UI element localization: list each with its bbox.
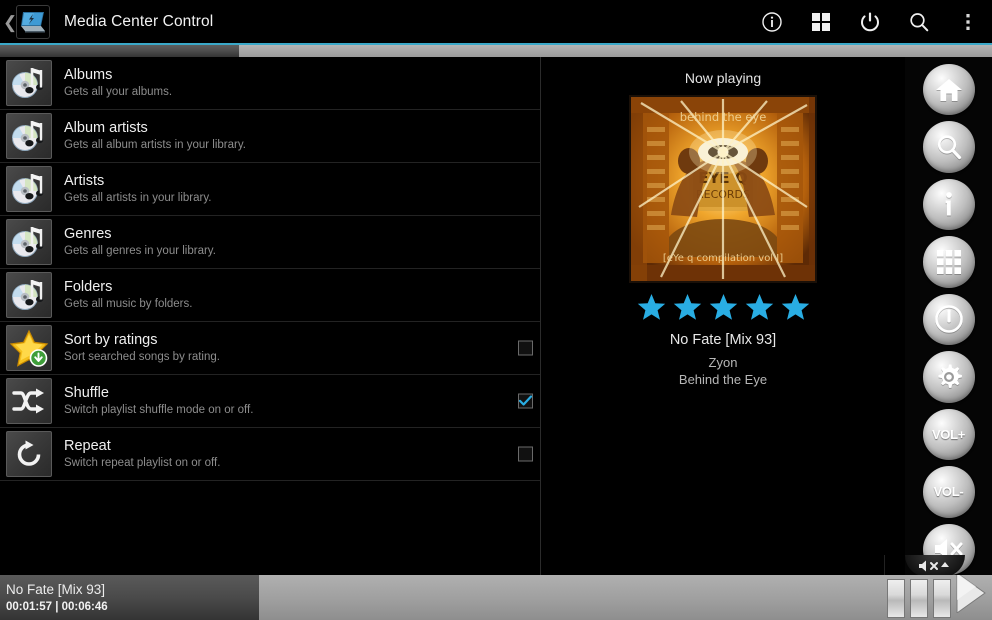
- remote-sidebar: VOL+ VOL-: [905, 57, 992, 575]
- gear-icon: [938, 364, 962, 388]
- list-item[interactable]: Album artists Gets all album artists in …: [0, 110, 540, 163]
- rating-stars[interactable]: [541, 293, 905, 321]
- cd-music-icon: [6, 113, 52, 159]
- playback-time: 00:01:57 | 00:06:46: [6, 601, 108, 613]
- list-item[interactable]: Repeat Switch repeat playlist on or off.: [0, 428, 540, 481]
- now-playing-header: Now playing: [684, 70, 762, 86]
- list-item-text: Genres Gets all genres in your library.: [64, 225, 216, 259]
- list-item[interactable]: Albums Gets all your albums.: [0, 57, 540, 110]
- list-item-title: Folders: [64, 279, 113, 295]
- power-icon: [934, 305, 963, 334]
- playback-info: No Fate [Mix 93] 00:01:57 | 00:06:46: [6, 581, 108, 615]
- overflow-menu-icon[interactable]: [943, 0, 992, 44]
- remote-keypad-button[interactable]: [922, 236, 975, 288]
- rating-star[interactable]: [637, 293, 666, 321]
- list-item-title: Genres: [64, 226, 112, 242]
- remote-volume-up-button[interactable]: VOL+: [922, 408, 975, 461]
- list-item-subtitle: Gets all music by folders.: [64, 298, 193, 310]
- list-item-text: Albums Gets all your albums.: [64, 66, 172, 100]
- now-playing-track: No Fate [Mix 93]: [669, 332, 777, 348]
- list-item-subtitle: Gets all album artists in your library.: [64, 139, 246, 151]
- list-item[interactable]: Folders Gets all music by folders.: [0, 269, 540, 322]
- app-monitor-icon[interactable]: [16, 5, 50, 39]
- search-icon: [937, 135, 961, 160]
- horizontal-scrollbar[interactable]: [0, 45, 992, 57]
- grid-icon[interactable]: [796, 0, 845, 44]
- rating-star[interactable]: [745, 293, 774, 321]
- list-item-text: Artists Gets all artists in your library…: [64, 172, 211, 206]
- remote-power-button[interactable]: [922, 293, 975, 346]
- svg-text:[eYe q compilation vol I]: [eYe q compilation vol I]: [663, 253, 783, 264]
- cd-music-icon: [6, 60, 52, 106]
- list-item[interactable]: Genres Gets all genres in your library.: [0, 216, 540, 269]
- rating-star[interactable]: [673, 293, 702, 321]
- volume-up-label: VOL+: [931, 426, 966, 442]
- options-list: Albums Gets all your albums. Album artis…: [0, 57, 541, 575]
- now-playing-artist: Zyon: [708, 355, 738, 370]
- playback-bar[interactable]: No Fate [Mix 93] 00:01:57 | 00:06:46: [0, 575, 992, 620]
- remote-info-button[interactable]: [922, 178, 975, 231]
- scrollbar-thumb[interactable]: [0, 45, 239, 57]
- transport-controls: [887, 575, 986, 618]
- power-icon[interactable]: [845, 0, 894, 44]
- svg-text:behind the eye: behind the eye: [680, 110, 767, 124]
- list-item[interactable]: Artists Gets all artists in your library…: [0, 163, 540, 216]
- repeat-icon: [6, 431, 52, 477]
- info-icon: [945, 191, 952, 216]
- info-icon[interactable]: [747, 0, 796, 44]
- now-playing-album: Behind the Eye: [678, 372, 768, 387]
- list-item[interactable]: Shuffle Switch playlist shuffle mode on …: [0, 375, 540, 428]
- list-item-title: Album artists: [64, 120, 148, 136]
- remote-home-button[interactable]: [922, 64, 975, 116]
- list-item-subtitle: Gets all genres in your library.: [64, 245, 216, 257]
- list-item-subtitle: Switch repeat playlist on or off.: [64, 457, 221, 469]
- search-icon[interactable]: [894, 0, 943, 44]
- list-item-title: Artists: [64, 173, 105, 189]
- app-window: ❮ Media Center Control Albums Gets all y…: [0, 0, 992, 620]
- cd-music-icon: [6, 166, 52, 212]
- home-icon: [935, 78, 962, 101]
- list-item-text: Shuffle Switch playlist shuffle mode on …: [64, 384, 253, 418]
- sort-by-ratings-checkbox[interactable]: [518, 340, 533, 356]
- rating-star[interactable]: [781, 293, 810, 321]
- now-playing-panel: Now playing EYE Q behind the eye [eYe q …: [541, 57, 905, 575]
- cd-music-icon: [6, 219, 52, 265]
- title-bar: ❮ Media Center Control: [0, 0, 992, 44]
- list-item-subtitle: Sort searched songs by rating.: [64, 351, 220, 363]
- transport-bar-1[interactable]: [887, 579, 905, 618]
- grid-icon: [936, 250, 961, 275]
- transport-bar-3[interactable]: [933, 579, 951, 618]
- remote-search-button[interactable]: [922, 121, 975, 173]
- remote-volume-down-button[interactable]: VOL-: [922, 466, 975, 518]
- list-item-title: Repeat: [64, 438, 111, 454]
- volume-down-label: VOL-: [933, 484, 964, 500]
- bottom-divider: [884, 555, 885, 575]
- list-item-title: Albums: [64, 67, 113, 83]
- repeat-checkbox[interactable]: [518, 446, 533, 462]
- page-title: Media Center Control: [64, 13, 214, 30]
- list-item-title: Sort by ratings: [64, 332, 158, 348]
- transport-bar-2[interactable]: [910, 579, 928, 618]
- list-item-text: Album artists Gets all album artists in …: [64, 119, 246, 153]
- cd-music-icon: [6, 272, 52, 318]
- titlebar-actions: [747, 0, 992, 44]
- list-item-title: Shuffle: [64, 385, 109, 401]
- list-item[interactable]: Sort by ratings Sort searched songs by r…: [0, 322, 540, 375]
- album-art[interactable]: EYE Q RECORDS behind the eye: [629, 95, 817, 283]
- list-item-text: Repeat Switch repeat playlist on or off.: [64, 437, 220, 471]
- remote-settings-button[interactable]: [922, 351, 975, 403]
- list-item-subtitle: Gets all your albums.: [64, 86, 173, 98]
- star-download-icon: [6, 325, 52, 371]
- shuffle-checkbox[interactable]: [518, 393, 533, 409]
- transport-play-button[interactable]: [956, 575, 986, 618]
- list-item-text: Sort by ratings Sort searched songs by r…: [64, 331, 220, 365]
- rating-star[interactable]: [709, 293, 738, 321]
- playback-track-title: No Fate [Mix 93]: [6, 582, 106, 597]
- list-item-subtitle: Switch playlist shuffle mode on or off.: [64, 404, 254, 416]
- back-chevron-icon[interactable]: ❮: [3, 14, 17, 31]
- shuffle-icon: [6, 378, 52, 424]
- list-item-text: Folders Gets all music by folders.: [64, 278, 192, 312]
- list-item-subtitle: Gets all artists in your library.: [64, 192, 212, 204]
- list-empty-space: [0, 481, 540, 551]
